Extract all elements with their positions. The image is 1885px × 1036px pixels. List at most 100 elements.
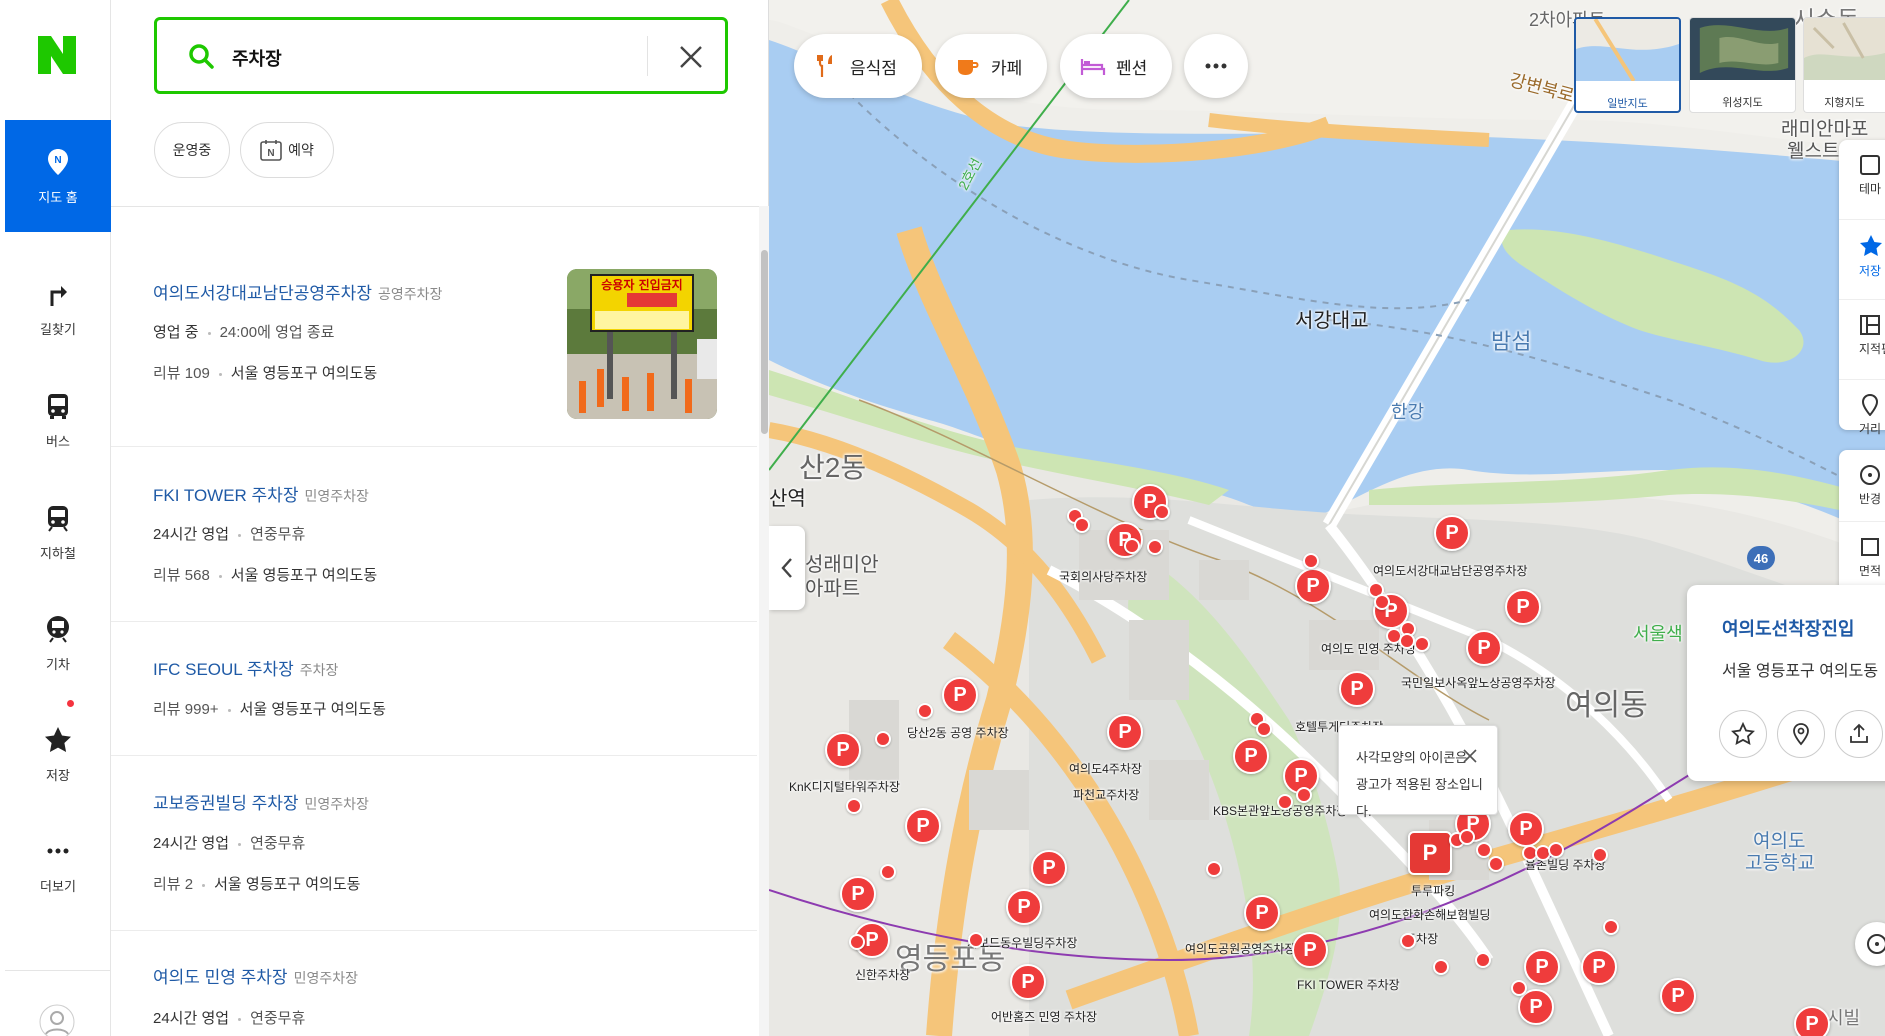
close-icon[interactable] [678,44,704,70]
maptype-satellite[interactable]: 위성지도 [1689,17,1796,113]
nav-item-subway[interactable]: 지하철 [5,476,111,588]
result-title[interactable]: 여의도서강대교남단공영주차장 [153,284,372,303]
result-item[interactable]: 여의도 민영 주차장 민영주차장 24시간 영업 연중무휴 [111,931,757,1036]
result-item[interactable]: 교보증권빌딩 주차장 민영주차장 24시간 영업 연중무휴 리뷰 2 서울 영등포구 … [111,756,757,931]
poi-label[interactable]: 당산2동 공영 주차장 [907,724,1009,741]
search-input[interactable]: 주차장 [232,45,282,71]
poi-dot[interactable] [1476,842,1492,858]
poi-dot[interactable] [875,731,891,747]
poi-label[interactable]: 여의도4주차장 [1069,760,1142,777]
parking-pin[interactable]: P [1434,515,1470,551]
result-name[interactable]: IFC SEOUL 주차장 주차장 [153,655,338,680]
parking-pin[interactable]: P [1660,978,1696,1014]
poi-label[interactable]: 국회의사당주차장 [1059,568,1147,585]
tool-theme[interactable]: 테마 [1839,140,1885,220]
result-item[interactable]: IFC SEOUL 주차장 주차장 리뷰 999+ 서울 영등포구 여의도동 [111,622,757,756]
scrollbar-thumb[interactable] [761,250,768,434]
poi-dot[interactable] [846,798,862,814]
map-canvas[interactable]: 서강대교 밤섬 한강 여의동 강변북로 산2동 산역 성래미안 아파트 영등포동… [769,0,1885,1036]
collapse-panel-button[interactable] [769,526,805,610]
category-restaurant-button[interactable]: 음식점 [794,34,922,98]
result-title[interactable]: IFC SEOUL 주차장 [153,660,294,679]
parking-pin[interactable]: P [1466,630,1502,666]
filter-open-now[interactable]: 운영중 [154,122,230,178]
share-place-button[interactable] [1835,710,1883,758]
nav-item-saved[interactable]: 저장 [5,698,111,810]
parking-pin[interactable]: P [1233,738,1269,774]
poi-dot[interactable] [1488,856,1504,872]
nav-item-directions[interactable]: 길찾기 [5,252,111,364]
maptype-terrain[interactable]: 지형지도 [1803,17,1885,113]
poi-label[interactable]: KnK디지털타워주차장 [789,778,900,795]
review-count[interactable]: 리뷰 109 [153,365,210,382]
save-place-button[interactable] [1719,710,1767,758]
parking-pin[interactable]: P [1508,811,1544,847]
poi-dot[interactable] [1124,538,1140,554]
tool-area[interactable]: 면적 [1839,522,1885,594]
poi-dot[interactable] [1147,539,1163,555]
parking-pin[interactable]: P [1505,589,1541,625]
parking-pin[interactable]: P [1292,932,1328,968]
tool-saved[interactable]: 저장 [1839,220,1885,300]
poi-dot[interactable] [1603,919,1619,935]
review-count[interactable]: 리뷰 2 [153,876,193,893]
category-more-button[interactable] [1184,34,1248,98]
category-cafe-button[interactable]: 카페 [935,34,1047,98]
result-name[interactable]: 여의도서강대교남단공영주차장 공영주차장 [153,279,442,304]
place-card[interactable]: 여의도선착장진입 서울 영등포구 여의도동 [1687,585,1885,781]
parking-pin[interactable]: P [1010,964,1046,1000]
poi-dot[interactable] [1548,842,1564,858]
poi-dot[interactable] [1256,721,1272,737]
poi-dot[interactable] [849,934,865,950]
parking-pin[interactable]: P [942,677,978,713]
parking-pin[interactable]: P [1031,850,1067,886]
parking-pin[interactable]: P [1006,889,1042,925]
naver-logo[interactable] [38,36,76,74]
result-title[interactable]: 교보증권빌딩 주차장 [153,794,298,813]
poi-label[interactable]: FKI TOWER 주차장 [1297,976,1400,993]
parking-pin[interactable]: P [1339,671,1375,707]
poi-dot[interactable] [880,864,896,880]
directions-place-button[interactable] [1777,710,1825,758]
tool-cadastral[interactable]: 지적편 [1839,300,1885,380]
search-box[interactable]: 주차장 [154,17,728,94]
result-name[interactable]: 교보증권빌딩 주차장 민영주차장 [153,789,369,814]
maptype-normal[interactable]: 일반지도 [1574,17,1681,113]
tool-radius[interactable]: 반경 [1839,450,1885,522]
category-pension-button[interactable]: 펜션 [1060,34,1172,98]
result-title[interactable]: 여의도 민영 주차장 [153,968,288,987]
poi-dot[interactable] [1206,861,1222,877]
parking-pin[interactable]: P [1107,714,1143,750]
poi-dot[interactable] [1400,933,1416,949]
result-title[interactable]: FKI TOWER 주차장 [153,486,298,505]
poi-label[interactable]: 여의도한화손해보험빌딩 [1369,906,1490,923]
poi-label[interactable]: 여의도공원공영주차장 [1185,940,1295,957]
parking-pin[interactable]: P [905,808,941,844]
poi-dot[interactable] [1074,517,1090,533]
poi-dot[interactable] [1414,636,1430,652]
nav-item-more[interactable]: 더보기 [5,809,111,921]
poi-dot[interactable] [1303,553,1319,569]
parking-pin[interactable]: P [1794,1006,1830,1036]
result-name[interactable]: 여의도 민영 주차장 민영주차장 [153,963,358,988]
poi-dot[interactable] [917,703,933,719]
review-count[interactable]: 리뷰 999+ [153,701,219,718]
review-count[interactable]: 리뷰 568 [153,567,210,584]
poi-dot[interactable] [1592,847,1608,863]
place-card-name[interactable]: 여의도선착장진입 [1722,615,1854,641]
poi-dot[interactable] [968,932,984,948]
result-thumbnail[interactable]: 승용자 진입금지 [567,269,717,419]
poi-dot[interactable] [1277,794,1293,810]
poi-dot[interactable] [1511,980,1527,996]
parking-pin[interactable]: P [825,732,861,768]
poi-label[interactable]: 어반홈즈 민영 주차장 [991,1008,1097,1025]
poi-dot[interactable] [1296,787,1312,803]
poi-dot[interactable] [1374,594,1390,610]
parking-pin[interactable]: P [1244,895,1280,931]
nav-item-bus[interactable]: 버스 [5,364,111,476]
poi-label[interactable]: 여의도서강대교남단공영주차장 [1373,562,1528,579]
parking-pin[interactable]: P [1295,568,1331,604]
poi-label[interactable]: 국민일보사옥앞노상공영주차장 [1401,674,1556,691]
result-name[interactable]: FKI TOWER 주차장 민영주차장 [153,481,369,506]
poi-dot[interactable] [1154,504,1170,520]
